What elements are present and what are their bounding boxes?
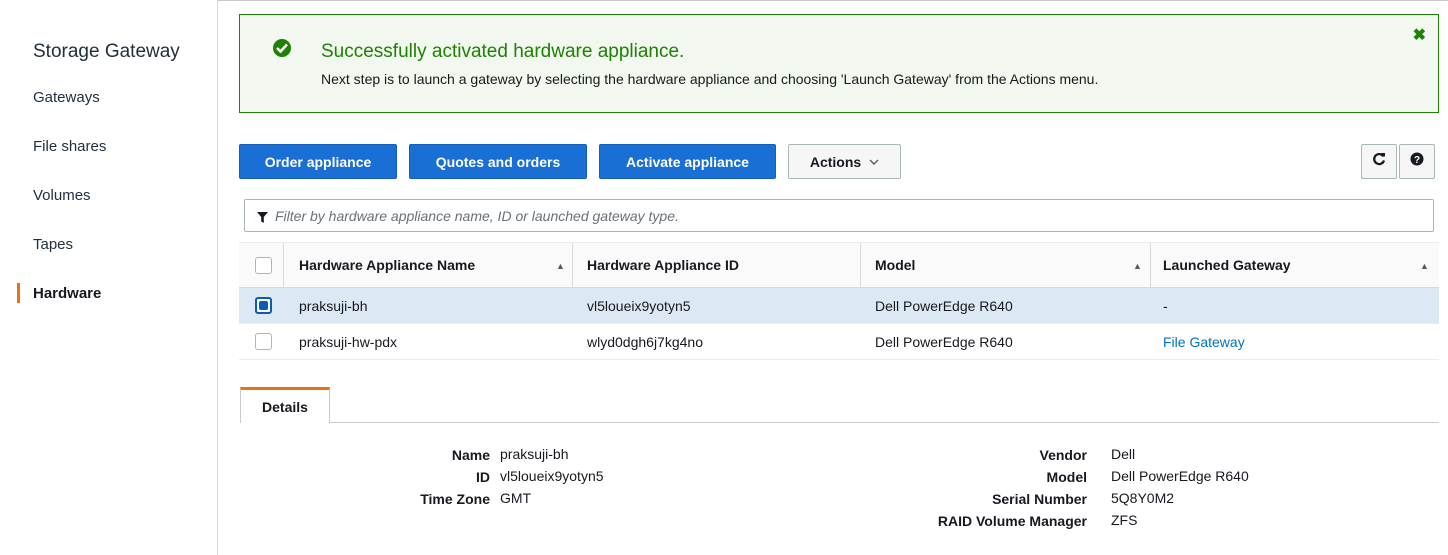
table-header-row: Hardware Appliance Name ▲ Hardware Appli… (239, 242, 1439, 288)
activate-appliance-button[interactable]: Activate appliance (599, 144, 776, 179)
filter-icon (257, 210, 268, 228)
select-all-checkbox[interactable] (255, 256, 272, 274)
detail-value-id: vl5loueix9yotyn5 (500, 468, 604, 484)
order-appliance-button[interactable]: Order appliance (239, 144, 397, 179)
cell-name: praksuji-bh (299, 297, 368, 314)
help-button[interactable]: ? (1399, 144, 1435, 179)
detail-label-id: ID (476, 469, 490, 485)
column-header-id[interactable]: Hardware Appliance ID (587, 243, 739, 287)
close-icon[interactable]: ✖ (1413, 25, 1426, 45)
actions-label: Actions (809, 153, 862, 170)
table-row[interactable]: praksuji-bh vl5loueix9yotyn5 Dell PowerE… (239, 288, 1439, 324)
detail-value-model: Dell PowerEdge R640 (1111, 468, 1249, 484)
column-header-model[interactable]: Model (875, 243, 915, 287)
detail-label-model: Model (1046, 469, 1087, 485)
tab-divider (330, 422, 1439, 423)
actions-dropdown[interactable]: Actions (788, 144, 901, 179)
success-banner: Successfully activated hardware applianc… (239, 14, 1439, 113)
cell-name: praksuji-hw-pdx (299, 333, 398, 350)
cell-model: Dell PowerEdge R640 (875, 297, 1013, 314)
cell-model: Dell PowerEdge R640 (875, 333, 1013, 350)
sidebar-item-hardware[interactable]: Hardware (33, 285, 101, 302)
detail-label-serial-number: Serial Number (992, 491, 1087, 507)
detail-label-time-zone: Time Zone (420, 491, 490, 507)
banner-message: Next step is to launch a gateway by sele… (321, 71, 1099, 87)
chevron-down-icon (869, 155, 879, 169)
detail-value-name: praksuji-bh (500, 446, 569, 462)
detail-value-vendor: Dell (1111, 446, 1136, 462)
tab-details[interactable]: Details (240, 387, 330, 423)
help-icon: ? (1410, 152, 1424, 171)
sidebar: Storage Gateway Gateways File shares Vol… (0, 0, 218, 555)
sort-asc-icon[interactable]: ▲ (1420, 261, 1429, 271)
sort-asc-icon[interactable]: ▲ (556, 261, 565, 271)
filter-input[interactable] (275, 201, 1415, 230)
detail-value-raid-volume-manager: ZFS (1111, 512, 1138, 528)
sidebar-item-file-shares[interactable]: File shares (33, 138, 106, 155)
svg-text:?: ? (1414, 155, 1420, 166)
sidebar-item-tapes[interactable]: Tapes (33, 236, 73, 253)
refresh-button[interactable] (1361, 144, 1397, 179)
sort-asc-icon[interactable]: ▲ (1133, 261, 1142, 271)
detail-value-time-zone: GMT (500, 490, 532, 506)
table-row[interactable]: praksuji-hw-pdx wlyd0dgh6j7kg4no Dell Po… (239, 324, 1439, 360)
active-indicator (17, 283, 20, 303)
launched-gateway-link[interactable]: File Gateway (1163, 324, 1245, 359)
quotes-and-orders-button[interactable]: Quotes and orders (409, 144, 587, 179)
filter-box[interactable] (244, 199, 1434, 232)
row-checkbox[interactable] (255, 333, 272, 350)
select-all-cell[interactable] (255, 243, 272, 287)
column-header-launched-gateway[interactable]: Launched Gateway (1163, 243, 1291, 287)
sidebar-item-gateways[interactable]: Gateways (33, 89, 100, 106)
detail-value-serial-number: 5Q8Y0M2 (1111, 490, 1175, 506)
cell-launched-gateway: - (1163, 297, 1168, 314)
banner-title: Successfully activated hardware applianc… (321, 41, 685, 62)
sidebar-title: Storage Gateway (33, 41, 180, 62)
success-check-icon (273, 39, 291, 57)
column-header-name[interactable]: Hardware Appliance Name (299, 243, 475, 287)
detail-label-vendor: Vendor (1039, 447, 1087, 463)
detail-label-raid-volume-manager: RAID Volume Manager (937, 513, 1087, 529)
cell-id: wlyd0dgh6j7kg4no (587, 333, 703, 350)
sidebar-item-volumes[interactable]: Volumes (33, 187, 91, 204)
detail-label-name: Name (451, 447, 490, 463)
refresh-icon (1372, 152, 1386, 171)
row-checkbox[interactable] (255, 297, 272, 314)
cell-id: vl5loueix9yotyn5 (587, 297, 691, 314)
